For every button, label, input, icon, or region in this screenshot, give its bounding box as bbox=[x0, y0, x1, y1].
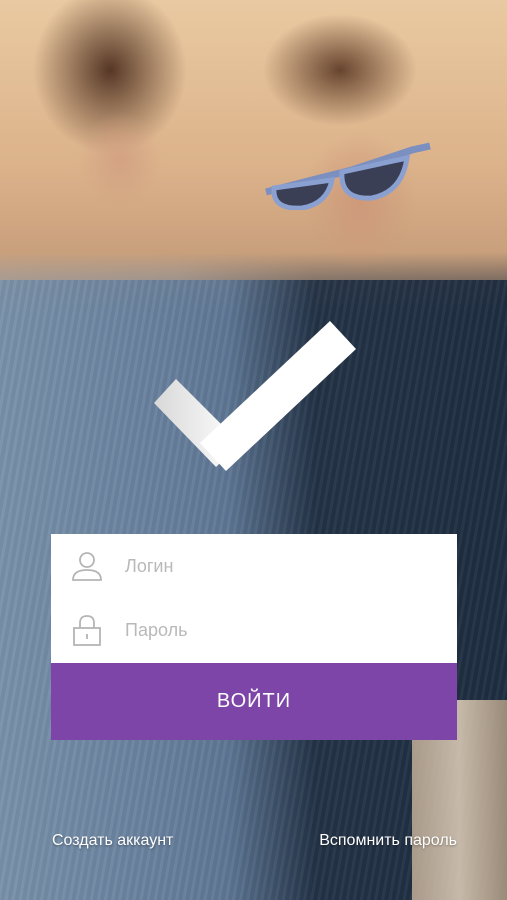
password-field bbox=[51, 598, 457, 662]
login-input[interactable] bbox=[123, 545, 441, 587]
lock-icon bbox=[73, 615, 101, 646]
password-input[interactable] bbox=[123, 609, 441, 651]
create-account-link[interactable]: Создать аккаунт bbox=[52, 832, 173, 850]
forgot-password-link[interactable]: Вспомнить пароль bbox=[319, 832, 457, 850]
user-icon bbox=[72, 552, 102, 581]
login-field bbox=[51, 534, 457, 598]
login-screen: ВОЙТИ Создать аккаунт Вспомнить пароль bbox=[0, 0, 507, 900]
sunglasses-graphic bbox=[265, 142, 431, 210]
checkmark-icon bbox=[154, 321, 356, 471]
login-button[interactable]: ВОЙТИ bbox=[51, 663, 457, 740]
login-form: ВОЙТИ bbox=[51, 534, 457, 740]
